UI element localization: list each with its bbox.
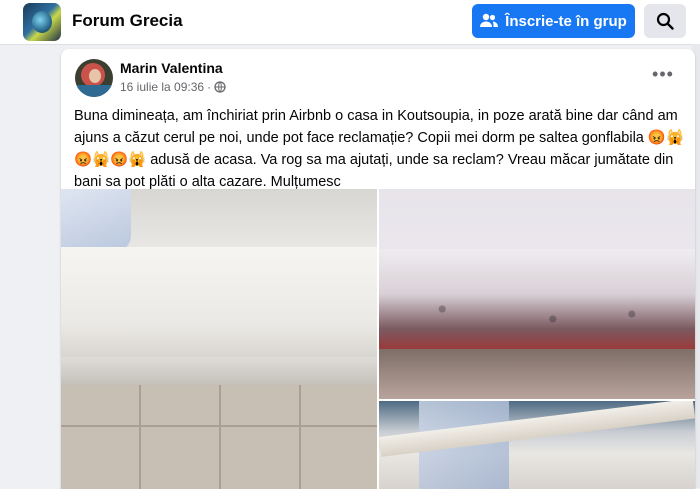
more-horizontal-icon: ••• (652, 64, 674, 84)
post-card: Marin Valentina 16 iulie la 09:36 · ••• … (61, 49, 695, 489)
join-group-button[interactable]: Înscrie-te în grup (472, 4, 635, 38)
bed-frame-photo[interactable] (379, 401, 695, 489)
more-options-button[interactable]: ••• (651, 64, 675, 85)
meta-separator: · (207, 80, 212, 94)
author-name[interactable]: Marin Valentina (120, 60, 223, 76)
people-plus-icon (480, 13, 499, 27)
search-icon (656, 12, 674, 30)
post-text: Buna dimineața, am închiriat prin Airbnb… (74, 108, 684, 190)
mattress-photo[interactable] (61, 189, 377, 489)
moldy-mattress-photo[interactable] (379, 189, 695, 399)
group-name[interactable]: Forum Grecia (72, 11, 183, 31)
search-button[interactable] (644, 4, 686, 38)
globe-icon (214, 81, 226, 93)
group-avatar[interactable] (23, 3, 61, 41)
group-header: Forum Grecia Înscrie-te în grup (0, 0, 700, 45)
join-group-label: Înscrie-te în grup (505, 12, 627, 30)
post-timestamp[interactable]: 16 iulie la 09:36 (120, 80, 204, 94)
post-meta: 16 iulie la 09:36 · (120, 80, 226, 94)
author-avatar[interactable] (75, 59, 113, 97)
